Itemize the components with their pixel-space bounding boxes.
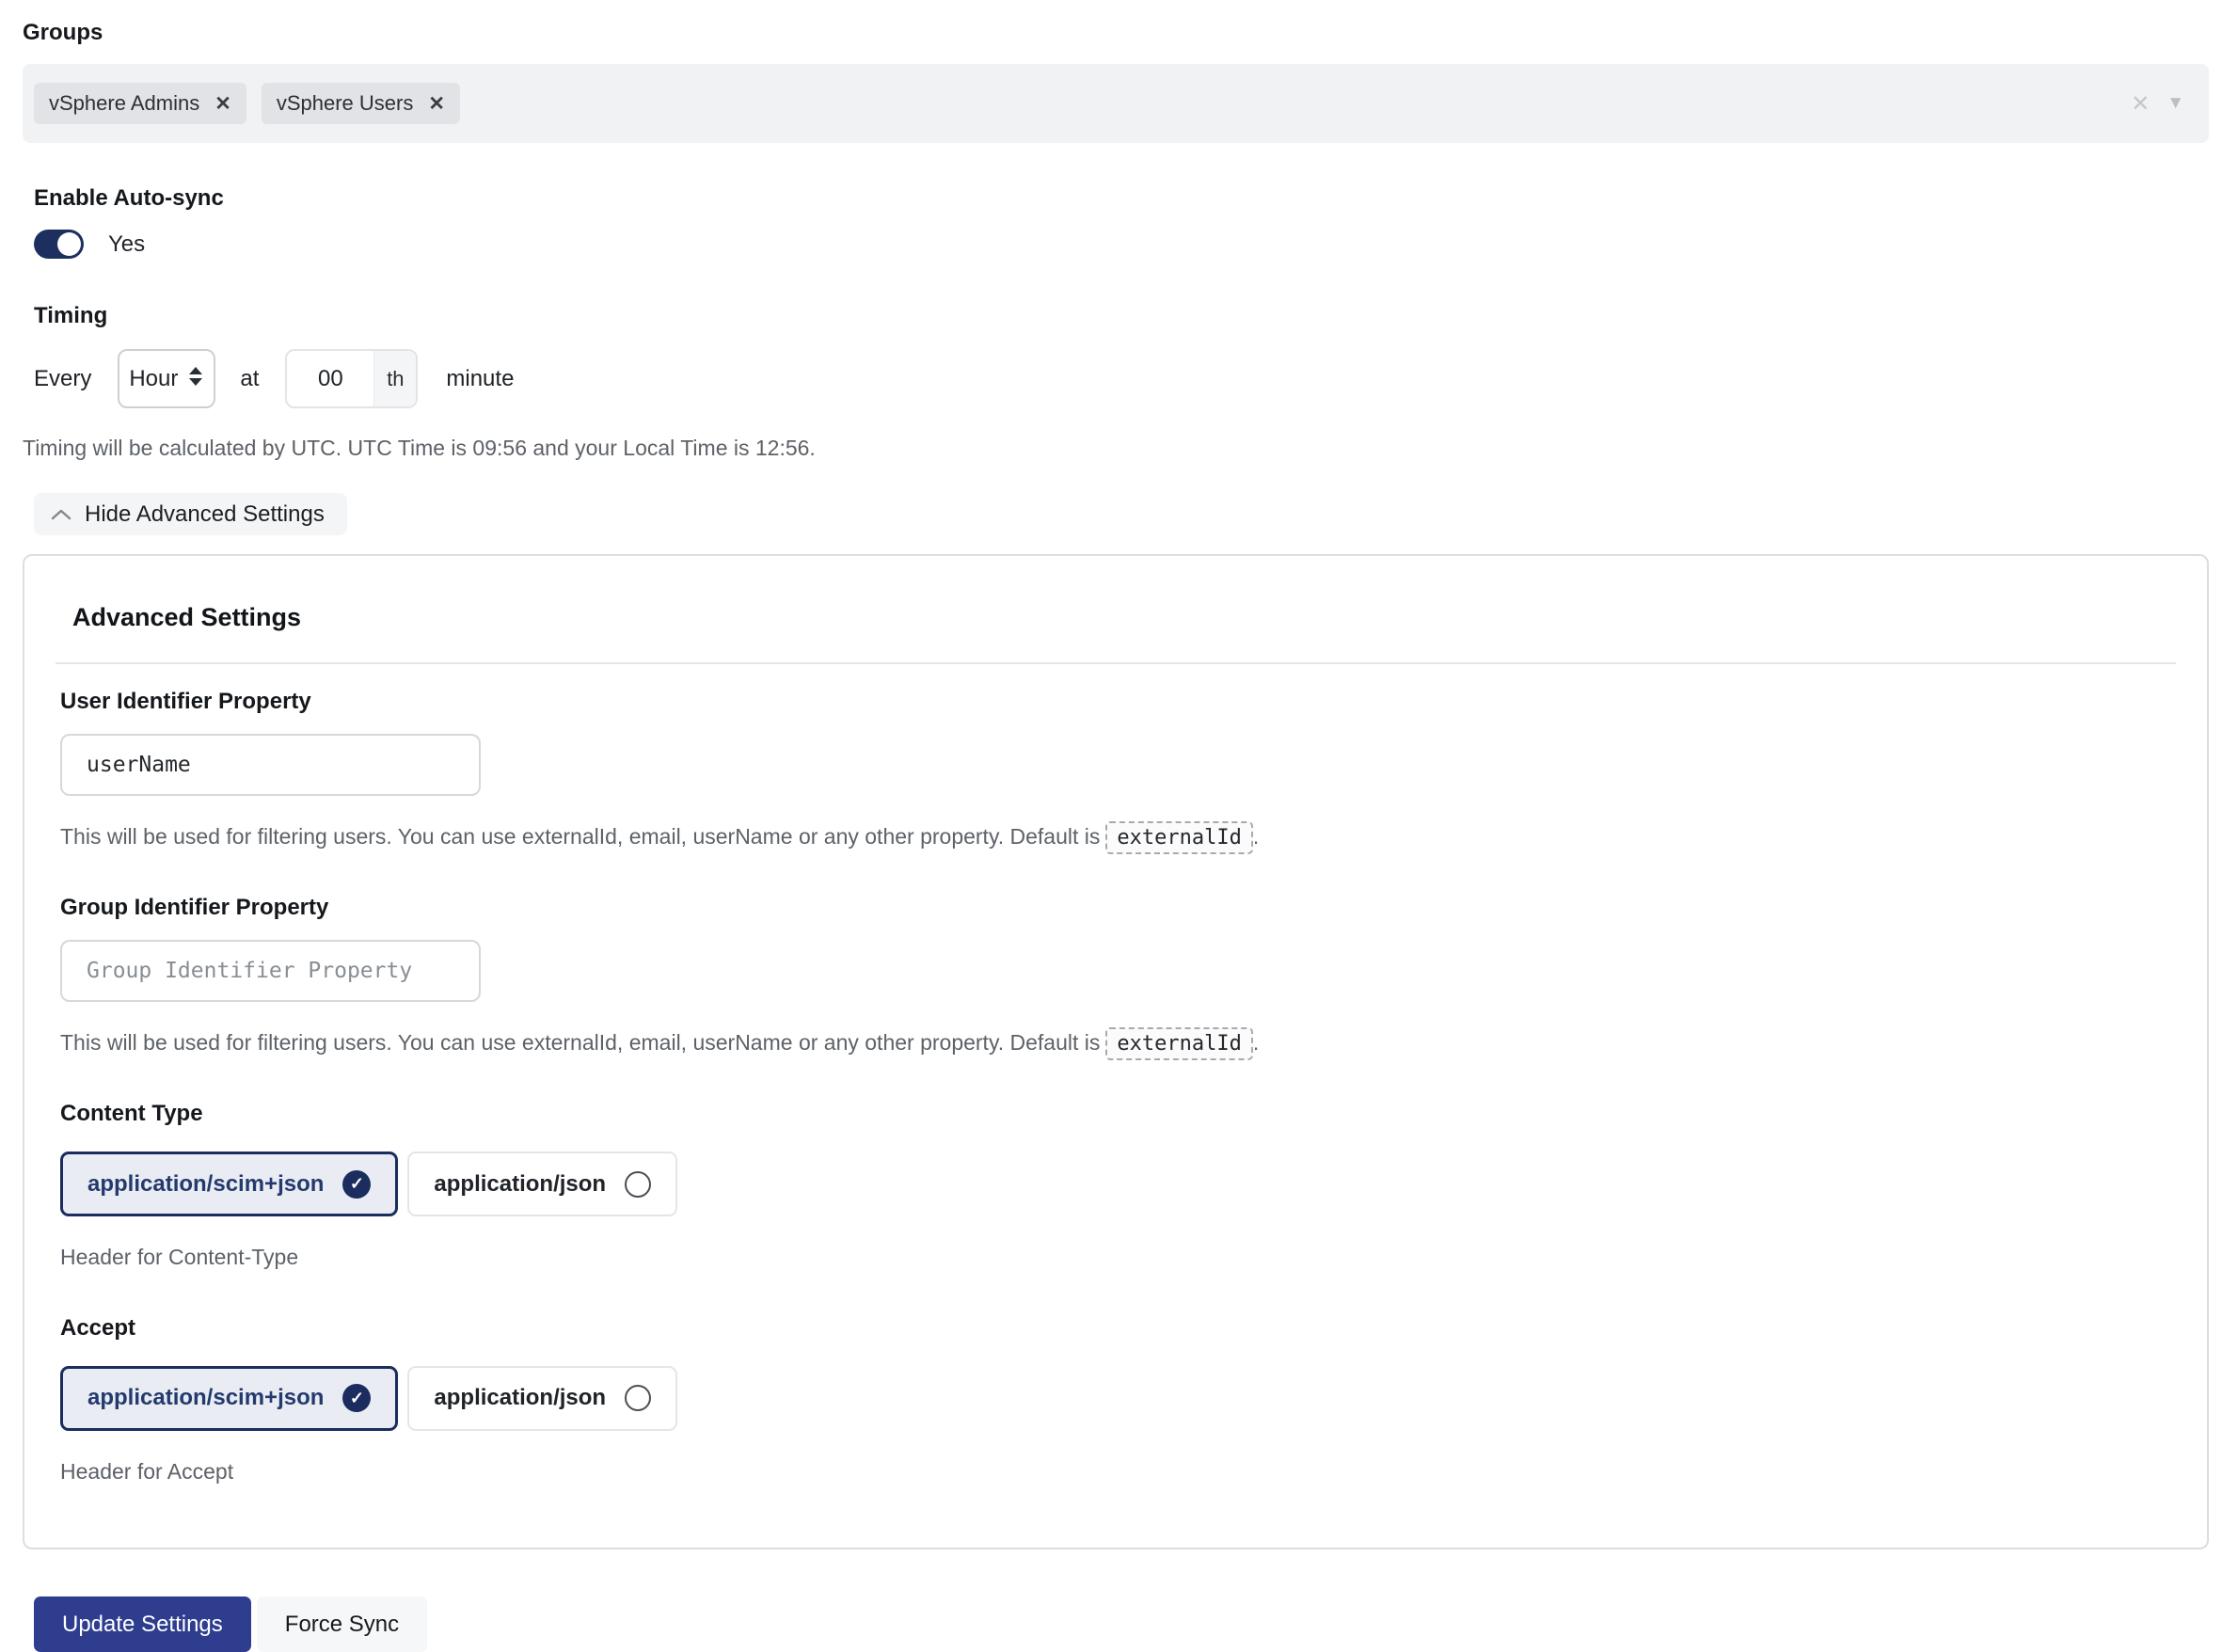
timing-helper-text: Timing will be calculated by UTC. UTC Ti… (23, 434, 2216, 463)
select-spinner-icon (187, 365, 204, 392)
clear-all-icon[interactable]: ✕ (2131, 90, 2150, 118)
groups-multiselect[interactable]: vSphere Admins ✕ vSphere Users ✕ ✕ ▼ (23, 64, 2209, 143)
group-chips: vSphere Admins ✕ vSphere Users ✕ (34, 83, 460, 124)
externalid-code-chip: externalId (1105, 1027, 1252, 1060)
accept-options: application/scim+json ✓ application/json (60, 1366, 2176, 1431)
radio-circle-icon (625, 1385, 651, 1411)
auto-sync-row: Yes (34, 230, 2216, 259)
chip-label: vSphere Users (277, 91, 414, 116)
chevron-up-icon (51, 508, 71, 521)
accept-option-scim-json[interactable]: application/scim+json ✓ (60, 1366, 398, 1431)
content-type-options: application/scim+json ✓ application/json (60, 1152, 2176, 1216)
remove-chip-icon[interactable]: ✕ (428, 92, 445, 116)
chip-label: vSphere Admins (49, 91, 199, 116)
check-circle-icon: ✓ (342, 1384, 371, 1412)
choice-label: application/json (434, 1171, 606, 1198)
accept-label: Accept (60, 1315, 2176, 1342)
timing-row: Every Hour at th minute (34, 349, 2216, 408)
multiselect-controls: ✕ ▼ (2131, 90, 2184, 118)
externalid-code-chip: externalId (1105, 821, 1252, 854)
minute-input-group: th (285, 349, 418, 408)
every-label: Every (34, 366, 91, 392)
timing-label: Timing (34, 302, 2216, 330)
content-type-option-scim-json[interactable]: application/scim+json ✓ (60, 1152, 398, 1216)
choice-label: application/scim+json (87, 1171, 324, 1198)
force-sync-button[interactable]: Force Sync (257, 1596, 427, 1652)
advanced-settings-panel: Advanced Settings User Identifier Proper… (23, 554, 2209, 1549)
sync-settings-page: Groups vSphere Admins ✕ vSphere Users ✕ … (0, 0, 2239, 1641)
at-label: at (240, 366, 259, 392)
advanced-settings-body: User Identifier Property This will be us… (60, 689, 2176, 1487)
dropdown-caret-icon[interactable]: ▼ (2167, 93, 2184, 114)
choice-label: application/scim+json (87, 1385, 324, 1411)
user-identifier-input[interactable] (60, 734, 481, 796)
timing-unit-select[interactable]: Hour (118, 349, 215, 408)
form-actions: Update Settings Force Sync (34, 1596, 2216, 1652)
group-identifier-input[interactable] (60, 940, 481, 1002)
auto-sync-label: Enable Auto-sync (34, 184, 2216, 213)
auto-sync-toggle[interactable] (34, 230, 84, 259)
accept-helper: Header for Accept (60, 1455, 2176, 1488)
auto-sync-state-label: Yes (108, 231, 145, 258)
group-identifier-helper: This will be used for filtering users. Y… (60, 1026, 2176, 1059)
accept-option-json[interactable]: application/json (407, 1366, 677, 1431)
divider (56, 662, 2176, 664)
groups-label: Groups (23, 19, 2216, 47)
minute-word: minute (446, 366, 514, 392)
content-type-helper: Header for Content-Type (60, 1241, 2176, 1274)
toggle-knob (57, 232, 81, 256)
content-type-label: Content Type (60, 1101, 2176, 1127)
user-identifier-helper: This will be used for filtering users. Y… (60, 820, 2176, 853)
minute-input[interactable] (287, 351, 373, 406)
remove-chip-icon[interactable]: ✕ (214, 92, 231, 116)
advanced-settings-title: Advanced Settings (72, 603, 2176, 632)
group-identifier-label: Group Identifier Property (60, 895, 2176, 921)
user-identifier-label: User Identifier Property (60, 689, 2176, 715)
update-settings-button[interactable]: Update Settings (34, 1596, 251, 1652)
timing-unit-value: Hour (129, 366, 178, 392)
hide-advanced-settings-button[interactable]: Hide Advanced Settings (34, 493, 347, 535)
choice-label: application/json (434, 1385, 606, 1411)
radio-circle-icon (625, 1171, 651, 1198)
group-chip-vsphere-admins: vSphere Admins ✕ (34, 83, 246, 124)
hide-advanced-settings-label: Hide Advanced Settings (85, 501, 325, 528)
minute-suffix: th (373, 351, 416, 406)
group-chip-vsphere-users: vSphere Users ✕ (262, 83, 460, 124)
check-circle-icon: ✓ (342, 1170, 371, 1199)
content-type-option-json[interactable]: application/json (407, 1152, 677, 1216)
